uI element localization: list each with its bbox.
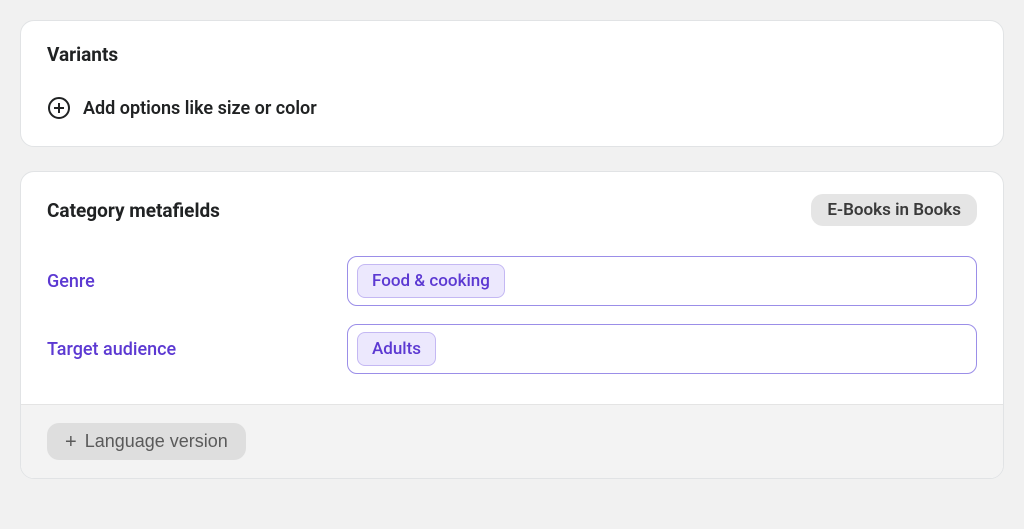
metafield-row-target-audience: Target audience Adults	[47, 324, 977, 374]
add-options-label: Add options like size or color	[83, 98, 317, 119]
metafield-label-genre[interactable]: Genre	[47, 271, 347, 292]
plus-icon: +	[65, 432, 77, 452]
metafield-row-genre: Genre Food & cooking	[47, 256, 977, 306]
metafields-footer: + Language version	[21, 404, 1003, 478]
language-version-button[interactable]: + Language version	[47, 423, 246, 460]
plus-circle-icon	[47, 96, 71, 120]
metafield-input-genre[interactable]: Food & cooking	[347, 256, 977, 306]
tag-genre[interactable]: Food & cooking	[357, 264, 505, 298]
variants-title: Variants	[47, 43, 977, 66]
metafield-label-target-audience[interactable]: Target audience	[47, 339, 347, 360]
tag-target-audience[interactable]: Adults	[357, 332, 436, 366]
language-version-label: Language version	[85, 431, 228, 452]
variants-card: Variants Add options like size or color	[20, 20, 1004, 147]
metafields-title: Category metafields	[47, 199, 220, 222]
metafield-input-target-audience[interactable]: Adults	[347, 324, 977, 374]
metafields-header: Category metafields E-Books in Books	[21, 172, 1003, 236]
metafields-card: Category metafields E-Books in Books Gen…	[20, 171, 1004, 479]
metafields-body: Genre Food & cooking Target audience Adu…	[21, 236, 1003, 404]
add-options-button[interactable]: Add options like size or color	[21, 66, 1003, 146]
category-badge[interactable]: E-Books in Books	[811, 194, 977, 226]
variants-header: Variants	[21, 21, 1003, 66]
